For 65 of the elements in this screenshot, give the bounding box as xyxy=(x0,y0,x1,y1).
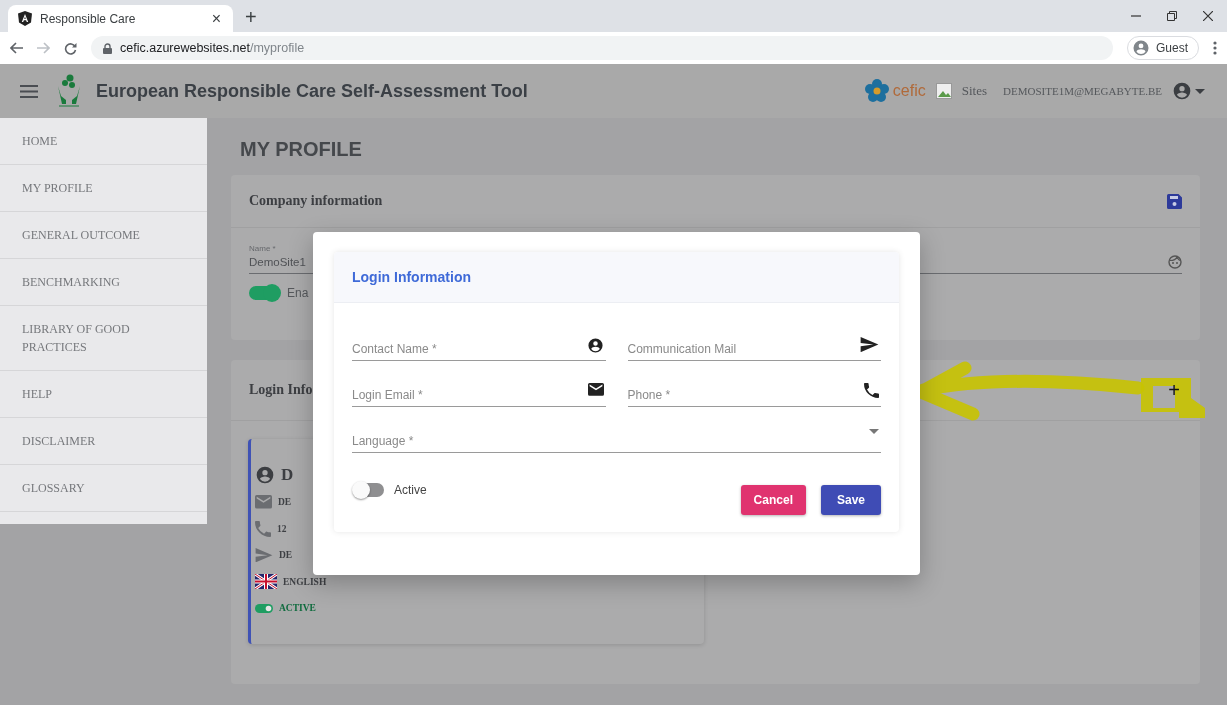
send-icon xyxy=(255,548,273,563)
envelope-icon xyxy=(255,495,272,510)
sidebar-item[interactable]: DISCLAIMER xyxy=(0,418,207,465)
contact-mail: DE xyxy=(279,550,293,561)
face-icon xyxy=(1168,255,1182,269)
envelope-icon xyxy=(587,383,604,396)
new-tab-button[interactable]: + xyxy=(239,5,263,30)
caret-icon xyxy=(1195,88,1205,94)
url-text: cefic.azurewebsites.net/myprofile xyxy=(120,41,305,55)
sidebar-item[interactable]: MY PROFILE xyxy=(0,165,207,212)
phone-icon xyxy=(864,383,879,398)
toggle-label: Active xyxy=(394,483,427,497)
profile-button[interactable]: Guest xyxy=(1127,36,1199,60)
back-arrow-icon[interactable] xyxy=(10,42,23,54)
brand-name: cefic xyxy=(892,82,926,100)
person-icon xyxy=(255,465,275,485)
sites-link[interactable]: Sites xyxy=(961,83,988,99)
contact-phone: 12 xyxy=(277,523,287,534)
browser-tab[interactable]: Responsible Care × xyxy=(8,5,233,32)
flower-logo-icon xyxy=(864,79,889,103)
menu-icon[interactable] xyxy=(1213,41,1217,55)
toggle-switch[interactable] xyxy=(354,483,384,497)
account-menu[interactable] xyxy=(1172,81,1205,101)
send-icon xyxy=(860,337,879,353)
contact-language: ENGLISH xyxy=(283,576,327,587)
toggle-switch[interactable] xyxy=(249,286,279,300)
contact-status: ACTIVE xyxy=(279,603,316,614)
app-title: European Responsible Care Self-Assessment Tool xyxy=(96,80,528,102)
dialog-title: Login Information xyxy=(352,269,471,285)
hands-logo-icon xyxy=(56,74,82,108)
close-tab-button[interactable]: × xyxy=(209,9,223,28)
toggle-label: Ena xyxy=(287,286,309,300)
contact-email: DE xyxy=(278,497,292,508)
menu-icon[interactable] xyxy=(20,84,38,98)
person-icon xyxy=(586,337,604,354)
uk-flag-icon xyxy=(255,574,277,590)
page-heading: MY PROFILE xyxy=(240,138,363,161)
reload-icon[interactable] xyxy=(64,41,77,55)
account-icon xyxy=(1172,81,1192,101)
profile-icon xyxy=(1132,39,1150,57)
caret-icon xyxy=(869,429,879,434)
sidebar-item[interactable]: HELP xyxy=(0,371,207,418)
sidebar-item[interactable]: GLOSSARY xyxy=(0,465,207,512)
cancel-button[interactable]: Cancel xyxy=(740,485,806,515)
broken-image-icon xyxy=(935,83,952,99)
tab-title: Responsible Care xyxy=(40,11,137,26)
phone-icon xyxy=(255,520,271,537)
contact-name: D xyxy=(281,465,294,485)
user-email: DEMOSITE1M@MEGABYTE.BE xyxy=(1003,85,1162,97)
save-icon[interactable] xyxy=(1167,193,1182,209)
card-title: Login Info xyxy=(249,382,313,398)
address-bar[interactable]: cefic.azurewebsites.net/myprofile xyxy=(91,36,1113,60)
language-select[interactable]: Language * xyxy=(352,423,881,453)
card-title: Company information xyxy=(249,193,383,209)
sidebar-item[interactable]: GENERAL OUTCOME xyxy=(0,212,207,259)
lock-icon xyxy=(103,42,112,54)
save-button[interactable]: Save xyxy=(820,485,881,515)
shield-logo-icon xyxy=(18,11,32,26)
close-icon[interactable] xyxy=(1203,11,1213,21)
sidebar-item[interactable]: HOME xyxy=(0,118,207,165)
field-label: Name * xyxy=(249,244,277,253)
sidebar-item[interactable]: LIBRARY OF GOOD PRACTICES xyxy=(0,306,207,371)
restore-icon[interactable] xyxy=(1167,11,1177,21)
input-field[interactable]: Communication Mail xyxy=(627,331,881,361)
sidebar-item[interactable]: BENCHMARKING xyxy=(0,259,207,306)
